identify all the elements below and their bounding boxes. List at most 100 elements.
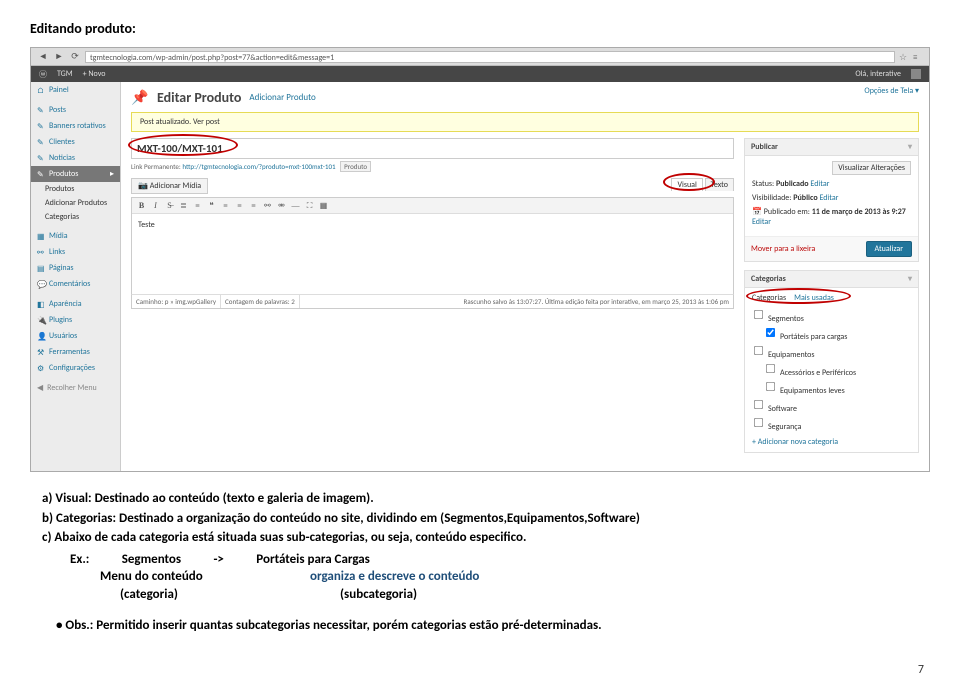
trash-link[interactable]: Mover para a lixeira bbox=[751, 244, 815, 254]
post-title-input[interactable]: MXT-100/MXT-101 bbox=[131, 138, 734, 159]
kitchen-sink-icon[interactable]: ▦ bbox=[318, 200, 329, 211]
doc-heading: Editando produto: bbox=[30, 20, 930, 37]
align-right-icon[interactable]: ≡ bbox=[248, 200, 259, 211]
publish-box: Publicar▾ Visualizar Alterações Status: … bbox=[744, 138, 919, 262]
update-notice: Post atualizado. Ver post bbox=[131, 112, 919, 132]
strike-icon[interactable]: S̶ bbox=[164, 200, 175, 211]
dashboard-icon: ⌂ bbox=[37, 86, 45, 94]
sidebar-item-usuarios[interactable]: 👤Usuários bbox=[31, 328, 120, 344]
wp-admin-bar: ⓦ TGM + Novo Olá, interative bbox=[31, 66, 929, 82]
pushpin-icon: 📌 bbox=[131, 88, 149, 106]
sidebar-item-dashboard[interactable]: ⌂Painel bbox=[31, 82, 120, 98]
forward-icon[interactable]: ► bbox=[53, 51, 65, 63]
sidebar-item-aparencia[interactable]: ◧Aparência bbox=[31, 296, 120, 312]
reload-icon[interactable]: ⟳ bbox=[69, 51, 81, 63]
tab-text[interactable]: Texto bbox=[705, 178, 734, 191]
greeting[interactable]: Olá, interative bbox=[855, 69, 901, 79]
link-icon[interactable]: ⚯ bbox=[262, 200, 273, 211]
comment-icon: 💬 bbox=[37, 280, 45, 288]
add-category-link[interactable]: + Adicionar nova categoria bbox=[752, 437, 838, 447]
cat-leves[interactable]: Equipamentos leves bbox=[752, 379, 911, 397]
sidebar-item-paginas[interactable]: ▤Páginas bbox=[31, 260, 120, 276]
cat-tab-all[interactable]: Categorias bbox=[752, 293, 786, 303]
chevron-down-icon[interactable]: ▾ bbox=[908, 274, 912, 284]
sidebar-item-produtos[interactable]: ✎Produtos▸ bbox=[31, 166, 120, 182]
permalink-button[interactable]: Produto bbox=[340, 161, 371, 172]
main-content: Opções de Tela ▾ 📌 Editar Produto Adicio… bbox=[121, 82, 929, 471]
status-edit-link[interactable]: Editar bbox=[810, 179, 829, 189]
publish-box-title: Publicar bbox=[751, 142, 778, 152]
categories-box: Categorias▾ Categorias Mais usadas Segme… bbox=[744, 270, 919, 453]
editor: B I S̶ ≣ ≡ ❝ ≡ ≡ ≡ ⚯ ⚮ — bbox=[131, 197, 734, 295]
align-center-icon[interactable]: ≡ bbox=[234, 200, 245, 211]
item-a: a) Visual: Destinado ao conteúdo (texto … bbox=[30, 490, 930, 508]
cat-portateis[interactable]: Portáteis para cargas bbox=[752, 325, 911, 343]
ul-icon[interactable]: ≣ bbox=[178, 200, 189, 211]
collapse-icon: ◀ bbox=[37, 383, 43, 393]
sidebar-sub-add[interactable]: Adicionar Produtos bbox=[31, 196, 120, 210]
more-icon[interactable]: — bbox=[290, 200, 301, 211]
settings-icon: ⚙ bbox=[37, 364, 45, 372]
site-name[interactable]: TGM bbox=[57, 69, 73, 79]
sidebar-item-plugins[interactable]: 🔌Plugins bbox=[31, 312, 120, 328]
quote-icon[interactable]: ❝ bbox=[206, 200, 217, 211]
star-icon[interactable]: ☆ bbox=[899, 52, 909, 62]
sidebar-item-midia[interactable]: ▦Mídia bbox=[31, 228, 120, 244]
fullscreen-icon[interactable]: ⛶ bbox=[304, 200, 315, 211]
new-button[interactable]: + Novo bbox=[83, 69, 106, 79]
example-row3: (categoria) (subcategoria) bbox=[30, 586, 930, 604]
sidebar-item-posts[interactable]: ✎Posts bbox=[31, 102, 120, 118]
sidebar-item-ferramentas[interactable]: ⚒Ferramentas bbox=[31, 344, 120, 360]
doc-text: a) Visual: Destinado ao conteúdo (texto … bbox=[30, 490, 930, 635]
sidebar-item-config[interactable]: ⚙Configurações bbox=[31, 360, 120, 376]
page-title: Editar Produto bbox=[157, 89, 241, 106]
align-left-icon[interactable]: ≡ bbox=[220, 200, 231, 211]
add-new-link[interactable]: Adicionar Produto bbox=[249, 92, 315, 103]
sidebar-item-noticias[interactable]: ✎Noticias bbox=[31, 150, 120, 166]
back-icon[interactable]: ◄ bbox=[37, 51, 49, 63]
cat-segmentos[interactable]: Segmentos bbox=[752, 307, 911, 325]
cat-equipamentos[interactable]: Equipamentos bbox=[752, 343, 911, 361]
visibility-edit-link[interactable]: Editar bbox=[819, 193, 838, 203]
chevron-down-icon[interactable]: ▾ bbox=[908, 142, 912, 152]
update-button[interactable]: Atualizar bbox=[866, 241, 912, 257]
wp-logo-icon[interactable]: ⓦ bbox=[39, 69, 47, 80]
pin-icon: ✎ bbox=[37, 170, 45, 178]
bold-icon[interactable]: B bbox=[136, 200, 147, 211]
date-edit-link[interactable]: Editar bbox=[752, 217, 771, 227]
category-checklist: Segmentos Portáteis para cargas Equipame… bbox=[752, 307, 911, 433]
sidebar-item-links[interactable]: ⚯Links bbox=[31, 244, 120, 260]
italic-icon[interactable]: I bbox=[150, 200, 161, 211]
unlink-icon[interactable]: ⚮ bbox=[276, 200, 287, 211]
add-media-button[interactable]: 📷 Adicionar Mídia bbox=[131, 178, 208, 194]
page-number: 7 bbox=[30, 663, 930, 677]
screen-options[interactable]: Opções de Tela ▾ bbox=[864, 86, 919, 96]
appearance-icon: ◧ bbox=[37, 300, 45, 308]
menu-icon[interactable]: ≡ bbox=[913, 52, 923, 62]
cat-acessorios[interactable]: Acessórios e Periféricos bbox=[752, 361, 911, 379]
cat-tab-popular[interactable]: Mais usadas bbox=[794, 293, 834, 303]
screenshot-mock: ◄ ► ⟳ tgmtecnologia.com/wp-admin/post.ph… bbox=[30, 47, 930, 472]
cat-seguranca[interactable]: Segurança bbox=[752, 415, 911, 433]
sidebar-item-banners[interactable]: ✎Banners rotativos bbox=[31, 118, 120, 134]
sidebar-sub-produtos[interactable]: Produtos bbox=[31, 182, 120, 196]
sidebar-item-comentarios[interactable]: 💬Comentários bbox=[31, 276, 120, 292]
url-bar[interactable]: tgmtecnologia.com/wp-admin/post.php?post… bbox=[85, 51, 895, 63]
avatar-icon[interactable] bbox=[911, 69, 921, 79]
cat-software[interactable]: Software bbox=[752, 397, 911, 415]
item-b: b) Categorias: Destinado a organização d… bbox=[30, 510, 930, 528]
media-icon: ▦ bbox=[37, 232, 45, 240]
ol-icon[interactable]: ≡ bbox=[192, 200, 203, 211]
preview-button[interactable]: Visualizar Alterações bbox=[832, 161, 911, 175]
browser-bar: ◄ ► ⟳ tgmtecnologia.com/wp-admin/post.ph… bbox=[31, 48, 929, 66]
tab-visual[interactable]: Visual bbox=[671, 178, 702, 191]
permalink-row: Link Permanente: http://tgmtecnologia.co… bbox=[131, 161, 734, 172]
obs-bullet: • Obs.: Permitido inserir quantas subcat… bbox=[30, 617, 930, 635]
sidebar-collapse[interactable]: ◀ Recolher Menu bbox=[31, 380, 120, 396]
example-row2: Menu do conteúdo organiza e descreve o c… bbox=[30, 568, 930, 586]
pin-icon: ✎ bbox=[37, 122, 45, 130]
editor-body[interactable]: Teste bbox=[132, 214, 733, 294]
sidebar-item-clientes[interactable]: ✎Clientes bbox=[31, 134, 120, 150]
editor-toolbar: B I S̶ ≣ ≡ ❝ ≡ ≡ ≡ ⚯ ⚮ — bbox=[132, 198, 733, 214]
sidebar-sub-cat[interactable]: Categorias bbox=[31, 210, 120, 224]
